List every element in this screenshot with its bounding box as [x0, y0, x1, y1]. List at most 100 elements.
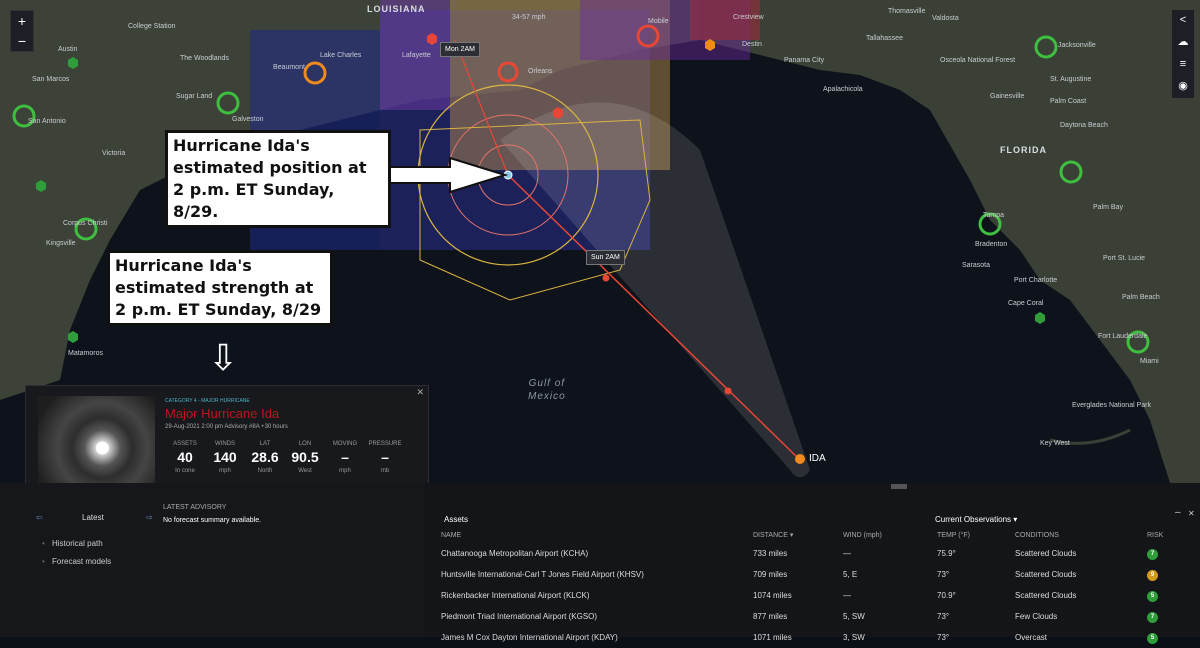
cell-temp: 73°: [937, 570, 950, 579]
close-icon[interactable]: ✕: [416, 387, 424, 398]
storm-advisory: 29-Aug-2021 2:00 pm Advisory #8A +30 hou…: [165, 424, 288, 430]
cell-temp: 73°: [937, 633, 950, 642]
stat-winds: WINDS 140 mph: [213, 441, 237, 474]
bottom-panel: ⇦ Latest ⇨ Historical path Forecast mode…: [0, 483, 1200, 644]
zoom-control: + −: [10, 10, 34, 52]
track-point-mid: [724, 387, 732, 395]
stat-moving: MOVING – mph: [332, 441, 358, 474]
storm-stats: ASSETS 40 In cone WINDS 140 mph LAT 28.6 North…: [165, 441, 405, 474]
close-button[interactable]: ✕: [1188, 509, 1195, 518]
minimize-button[interactable]: –: [1175, 507, 1181, 518]
place-label: Kingsville: [46, 240, 76, 247]
table-row[interactable]: Rickenbacker International Airport (KLCK…: [440, 585, 1188, 606]
state-label-louisiana: LOUISIANA: [367, 4, 426, 14]
nav-label: Latest: [82, 513, 104, 522]
place-label: Palm Coast: [1050, 98, 1087, 105]
assets-panel: Assets Current Observations ▾ – ✕ NAME D…: [430, 483, 1200, 644]
storm-icon: [795, 454, 805, 464]
cell-name: Piedmont Triad International Airport (KG…: [441, 612, 598, 621]
stat-pressure: PRESSURE – mb: [368, 441, 402, 474]
zoom-in-button[interactable]: +: [11, 11, 33, 31]
map-tools: < ☁ ≡ ◉: [1172, 10, 1194, 98]
latest-advisory-heading: LATEST ADVISORY: [163, 504, 227, 511]
stat-lat: LAT 28.6 North: [251, 441, 279, 474]
cell-temp: 75.9°: [937, 549, 956, 558]
place-label: Palm Beach: [1122, 294, 1160, 301]
table-row[interactable]: James M Cox Dayton International Airport…: [440, 627, 1188, 648]
table-row[interactable]: Huntsville International-Carl T Jones Fi…: [440, 564, 1188, 585]
risk-badge: 5: [1147, 632, 1158, 644]
cloud-icon[interactable]: ☁: [1172, 32, 1194, 52]
place-label: Fort Lauderdale: [1098, 333, 1148, 340]
col-risk[interactable]: RISK: [1146, 527, 1188, 543]
col-name[interactable]: NAME: [440, 527, 752, 543]
place-label: Miami: [1140, 358, 1159, 365]
stat-assets: ASSETS 40 In cone: [173, 441, 197, 474]
assets-title: Assets: [444, 515, 469, 524]
prev-arrow-icon[interactable]: ⇦: [36, 513, 43, 522]
col-wind[interactable]: WIND (mph): [842, 527, 936, 543]
observations-dropdown[interactable]: Current Observations ▾: [935, 515, 1017, 524]
place-label: St. Augustine: [1050, 76, 1092, 83]
col-conditions[interactable]: CONDITIONS: [1014, 527, 1146, 543]
risk-badge: 7: [1147, 548, 1158, 560]
annotation-position: Hurricane Ida's estimated position at 2 …: [165, 130, 391, 228]
place-label: Everglades National Park: [1072, 402, 1151, 409]
cell-wind: 5, SW: [843, 612, 865, 621]
menu-item-forecast-models[interactable]: Forecast models: [42, 557, 111, 566]
cell-name: Huntsville International-Carl T Jones Fi…: [441, 570, 644, 579]
storm-category: CATEGORY 4 - MAJOR HURRICANE: [165, 398, 250, 404]
satellite-image: [38, 396, 155, 496]
place-label: Crestview: [733, 14, 764, 21]
place-label: Port St. Lucie: [1103, 255, 1146, 262]
storm-name: Major Hurricane Ida: [165, 406, 280, 421]
cell-name: Rickenbacker International Airport (KLCK…: [441, 591, 590, 600]
cell-conditions: Overcast: [1015, 633, 1048, 642]
place-label: Panama City: [784, 57, 825, 64]
cell-wind: —: [843, 591, 851, 600]
place-label: Tampa: [983, 212, 1005, 219]
place-label: San Marcos: [32, 76, 70, 83]
place-label: Sugar Land: [176, 93, 213, 100]
place-label: Daytona Beach: [1060, 122, 1108, 129]
radar-icon[interactable]: ◉: [1172, 76, 1194, 96]
place-label: College Station: [128, 23, 176, 30]
place-label: Lafayette: [402, 52, 431, 59]
cell-wind: 5, E: [843, 570, 858, 579]
next-arrow-icon[interactable]: ⇨: [146, 513, 153, 522]
place-label: The Woodlands: [180, 55, 229, 62]
col-distance[interactable]: DISTANCE ▾: [752, 527, 842, 543]
place-label: Jacksonville: [1058, 42, 1096, 49]
place-label: Apalachicola: [823, 86, 863, 93]
storm-label[interactable]: IDA: [809, 453, 826, 464]
zoom-out-button[interactable]: −: [11, 31, 33, 51]
time-tag-mon[interactable]: Mon 2AM: [440, 42, 480, 57]
layers-icon[interactable]: ≡: [1172, 54, 1194, 74]
place-label: Tallahassee: [866, 35, 903, 42]
cell-name: James M Cox Dayton International Airport…: [441, 633, 618, 642]
cell-conditions: Few Clouds: [1015, 612, 1058, 621]
table-row[interactable]: Piedmont Triad International Airport (KG…: [440, 606, 1188, 627]
track-point-sun: [602, 274, 610, 282]
place-label: Bradenton: [975, 241, 1008, 248]
time-tag-sun[interactable]: Sun 2AM: [586, 250, 625, 265]
down-arrow-icon: ⇩: [208, 337, 239, 378]
place-label: Osceola National Forest: [940, 57, 1016, 64]
collapse-button[interactable]: <: [1172, 10, 1194, 30]
cell-distance: 733 miles: [753, 549, 788, 558]
wind-label: 34-57 mph: [512, 14, 546, 21]
place-label: Beaumont: [273, 64, 305, 71]
place-label: Cape Coral: [1008, 300, 1044, 307]
advisory-sidebar: ⇦ Latest ⇨ Historical path Forecast mode…: [0, 483, 425, 637]
resize-handle[interactable]: [891, 484, 907, 489]
place-label: Palm Bay: [1093, 204, 1123, 211]
risk-badge: 5: [1147, 590, 1158, 602]
cell-distance: 709 miles: [753, 570, 788, 579]
risk-badge: 9: [1147, 569, 1158, 581]
cell-temp: 70.9°: [937, 591, 956, 600]
annotation-strength: Hurricane Ida's estimated strength at 2 …: [107, 250, 333, 326]
table-row[interactable]: Chattanooga Metropolitan Airport (KCHA) …: [440, 543, 1188, 564]
menu-item-historical-path[interactable]: Historical path: [42, 539, 103, 548]
place-label: Corpus Christi: [63, 220, 108, 227]
col-temp[interactable]: TEMP (°F): [936, 527, 1014, 543]
